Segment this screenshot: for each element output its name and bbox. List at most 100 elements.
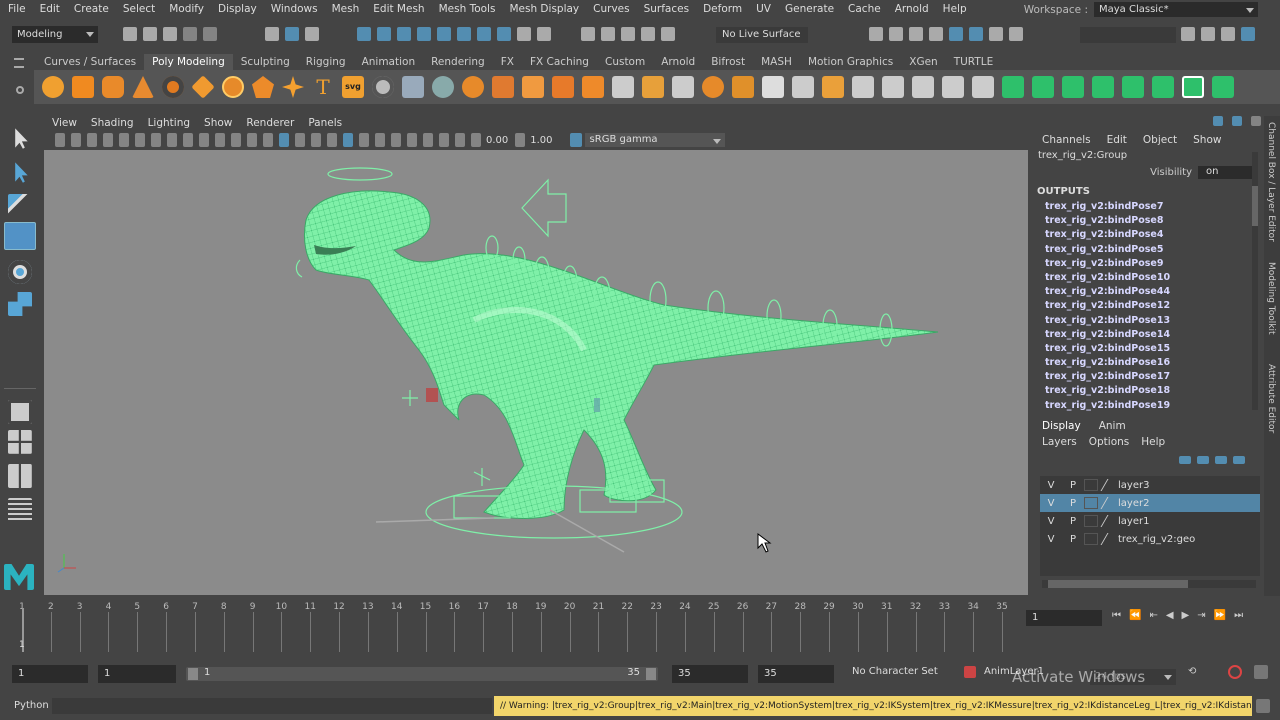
move-layer-down-icon[interactable] <box>1197 456 1209 464</box>
render-current-icon[interactable] <box>889 27 903 41</box>
poly-torus-icon[interactable] <box>162 76 184 98</box>
workspace-dropdown[interactable]: Maya Classic* <box>1094 2 1258 17</box>
two-view-layout-icon[interactable] <box>8 464 32 488</box>
gamma-icon[interactable] <box>515 133 526 147</box>
layer-color-swatch[interactable] <box>1084 497 1098 509</box>
pause-icon[interactable] <box>1009 27 1023 41</box>
menu-mesh-display[interactable]: Mesh Display <box>509 3 579 15</box>
shelf-tab-curves-surfaces[interactable]: Curves / Surfaces <box>36 54 144 70</box>
character-set-selector[interactable]: No Character Set <box>852 666 938 677</box>
sidebar-search-field[interactable] <box>1080 27 1176 43</box>
remesh-icon[interactable] <box>612 76 634 98</box>
exposure-icon[interactable] <box>471 133 481 147</box>
select-camera-icon[interactable] <box>55 133 65 147</box>
menu-edit[interactable]: Edit <box>40 3 60 15</box>
four-view-layout-icon[interactable] <box>8 430 32 454</box>
shelf-tab-arnold[interactable]: Arnold <box>653 54 703 70</box>
layer-playback-toggle[interactable]: P <box>1062 498 1084 509</box>
layer-visibility-toggle[interactable]: V <box>1040 480 1062 491</box>
redo-icon[interactable] <box>203 27 217 41</box>
menu-uv[interactable]: UV <box>756 3 771 15</box>
character-key-icon[interactable] <box>964 666 976 678</box>
quad-draw-icon[interactable] <box>972 76 994 98</box>
channel-box-menu-channels[interactable]: Channels <box>1042 134 1091 150</box>
bevel-icon[interactable] <box>852 76 874 98</box>
head-halo-control[interactable] <box>327 167 393 181</box>
hypershade-icon[interactable] <box>949 27 963 41</box>
shelf-settings-icon[interactable] <box>16 86 24 94</box>
viewport-menu-lighting[interactable]: Lighting <box>148 117 190 129</box>
layer-name[interactable]: layer2 <box>1118 498 1149 509</box>
layer-menu-options[interactable]: Options <box>1089 436 1130 456</box>
viewport-menu-renderer[interactable]: Renderer <box>246 117 294 129</box>
playback-end-field[interactable]: 35 <box>672 665 748 683</box>
layout-uvs-icon[interactable] <box>1182 76 1204 98</box>
automatic-map-icon[interactable] <box>1122 76 1144 98</box>
menu-cache[interactable]: Cache <box>848 3 881 15</box>
poly-cube-icon[interactable] <box>72 76 94 98</box>
snap-grid-icon[interactable] <box>581 27 595 41</box>
side-tab-attribute-editor[interactable]: Attribute Editor <box>1266 364 1276 433</box>
measure-icon[interactable] <box>372 76 394 98</box>
output-node[interactable]: trex_rig_v2:bindPose10 <box>1034 271 1260 285</box>
selected-node-name[interactable]: trex_rig_v2:Group <box>1034 150 1260 164</box>
trex-body-wireframe[interactable] <box>303 190 939 519</box>
wireframe-icon[interactable] <box>263 133 273 147</box>
grease-pencil-icon[interactable] <box>135 133 145 147</box>
safe-action-icon[interactable] <box>231 133 241 147</box>
quadrangulate-icon[interactable] <box>732 76 754 98</box>
output-node[interactable]: trex_rig_v2:bindPose44 <box>1034 285 1260 299</box>
mask-handles-icon[interactable] <box>357 27 371 41</box>
reduce-icon[interactable] <box>672 76 694 98</box>
combine-icon[interactable] <box>462 76 484 98</box>
scale-tool-icon[interactable] <box>8 292 32 316</box>
modeling-toolkit-icon[interactable] <box>1181 27 1195 41</box>
target-weld-icon[interactable] <box>912 76 934 98</box>
menu-curves[interactable]: Curves <box>593 3 629 15</box>
tab-anim[interactable]: Anim <box>1099 420 1126 434</box>
shadows-icon[interactable] <box>343 133 353 147</box>
layer-playback-toggle[interactable]: P <box>1062 480 1084 491</box>
separate-icon[interactable] <box>492 76 514 98</box>
film-gate-icon[interactable] <box>167 133 177 147</box>
menu-edit-mesh[interactable]: Edit Mesh <box>373 3 424 15</box>
cut-uvs-icon[interactable] <box>1212 76 1234 98</box>
multi-cut-icon[interactable] <box>942 76 964 98</box>
viewport-menu-view[interactable]: View <box>52 117 77 129</box>
step-forward-key-icon[interactable]: ⏩ <box>1214 610 1226 621</box>
menu-mesh[interactable]: Mesh <box>332 3 360 15</box>
command-input[interactable] <box>52 698 492 714</box>
output-node[interactable]: trex_rig_v2:bindPose14 <box>1034 328 1260 342</box>
layer-horizontal-scrollbar[interactable] <box>1042 580 1256 588</box>
fill-hole-icon[interactable] <box>762 76 784 98</box>
grid-icon[interactable] <box>151 133 161 147</box>
tab-display[interactable]: Display <box>1042 420 1081 434</box>
poly-superellipse-icon[interactable] <box>282 76 304 98</box>
output-node[interactable]: trex_rig_v2:bindPose5 <box>1034 243 1260 257</box>
shelf-tab-rigging[interactable]: Rigging <box>298 54 354 70</box>
menu-deform[interactable]: Deform <box>703 3 742 15</box>
poly-disc-icon[interactable] <box>222 76 244 98</box>
live-surface-field[interactable]: No Live Surface <box>716 27 808 43</box>
textured-icon[interactable] <box>311 133 321 147</box>
gamma-field[interactable]: 1.00 <box>530 135 552 146</box>
scene-end-field[interactable]: 35 <box>758 665 834 683</box>
layer-playback-toggle[interactable]: P <box>1062 534 1084 545</box>
channel-box-toggle-icon[interactable] <box>1251 116 1262 126</box>
output-node[interactable]: trex_rig_v2:bindPose12 <box>1034 299 1260 313</box>
menu-help[interactable]: Help <box>943 3 967 15</box>
perspective-viewport[interactable] <box>44 150 1028 595</box>
snap-view-plane-icon[interactable] <box>641 27 655 41</box>
shelf-tab-mash[interactable]: MASH <box>753 54 800 70</box>
range-slider-end-handle[interactable] <box>646 668 656 680</box>
ipr-render-icon[interactable] <box>909 27 923 41</box>
output-node[interactable]: trex_rig_v2:bindPose13 <box>1034 314 1260 328</box>
select-tool-icon[interactable] <box>15 128 28 149</box>
rotate-tool-icon[interactable] <box>8 260 32 284</box>
shelf-tab-rendering[interactable]: Rendering <box>423 54 493 70</box>
snap-live-icon[interactable] <box>661 27 675 41</box>
image-plane-icon[interactable] <box>103 133 113 147</box>
new-scene-icon[interactable] <box>123 27 137 41</box>
field-chart-icon[interactable] <box>215 133 225 147</box>
retopologize-icon[interactable] <box>642 76 664 98</box>
